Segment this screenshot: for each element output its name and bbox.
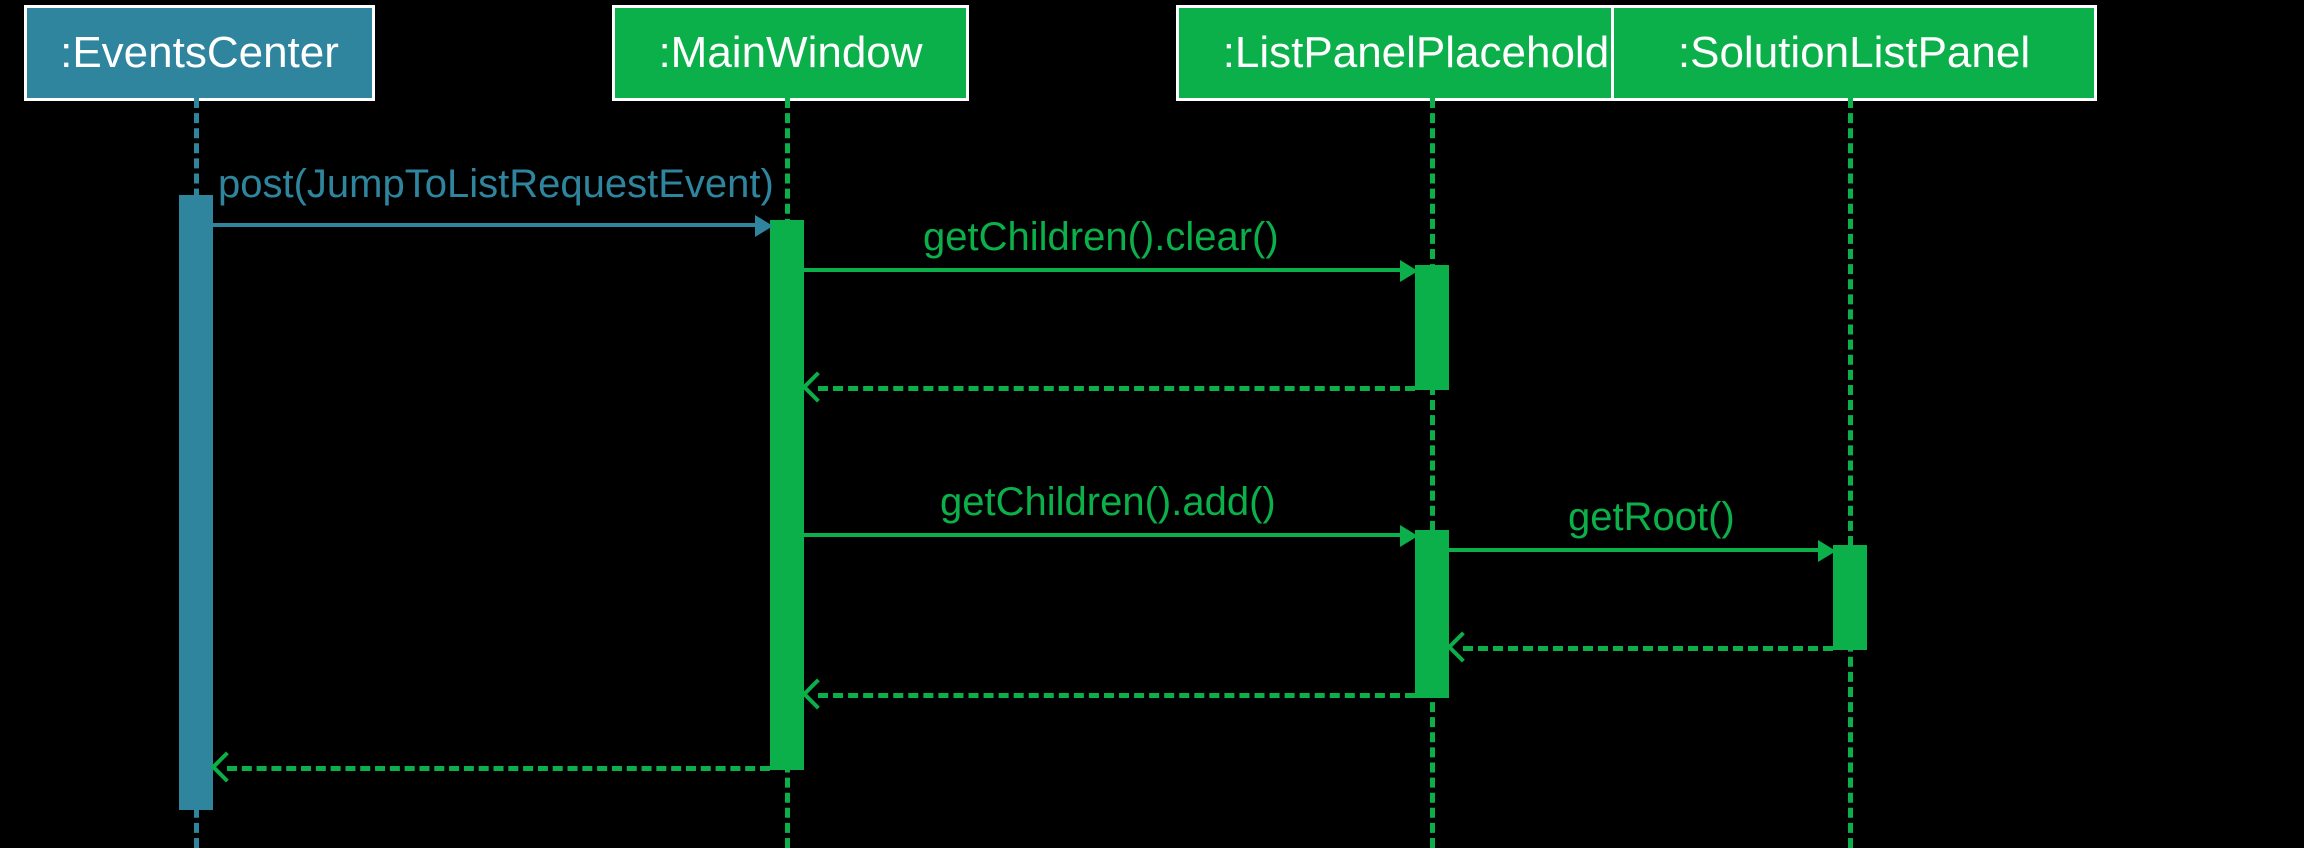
label: :MainWindow bbox=[658, 28, 922, 78]
label-add: getChildren().add() bbox=[940, 480, 1276, 525]
return-post bbox=[227, 766, 770, 771]
return-getroot bbox=[1463, 646, 1833, 651]
label-post: post(JumpToListRequestEvent) bbox=[218, 162, 774, 207]
return-clear-head bbox=[801, 371, 832, 402]
label: :EventsCenter bbox=[60, 28, 339, 78]
return-getroot-head bbox=[1446, 631, 1477, 662]
return-add-head bbox=[801, 678, 832, 709]
activation-main-window bbox=[770, 220, 804, 770]
arrowhead-clear bbox=[1400, 260, 1418, 282]
arrowhead-post bbox=[755, 215, 773, 237]
label: :SolutionListPanel bbox=[1678, 28, 2030, 78]
participant-events-center-box: :EventsCenter bbox=[24, 5, 375, 101]
arrowhead-add bbox=[1400, 525, 1418, 547]
activation-lpp-add bbox=[1415, 530, 1449, 698]
lifeline-slp bbox=[1848, 98, 1853, 848]
activation-slp bbox=[1833, 545, 1867, 650]
arrowhead-getroot bbox=[1818, 540, 1836, 562]
label-clear: getChildren().clear() bbox=[923, 215, 1279, 260]
arrow-post bbox=[213, 223, 768, 227]
arrow-clear bbox=[804, 268, 1412, 272]
label-getroot: getRoot() bbox=[1568, 495, 1735, 540]
participant-main-window-box: :MainWindow bbox=[612, 5, 969, 101]
participant-solution-list-panel-box: :SolutionListPanel bbox=[1611, 5, 2097, 101]
activation-events-center bbox=[179, 195, 213, 810]
activation-lpp-clear bbox=[1415, 265, 1449, 390]
return-post-head bbox=[210, 751, 241, 782]
arrow-add bbox=[804, 533, 1412, 537]
label: :ListPanelPlaceholder bbox=[1223, 28, 1649, 78]
return-add bbox=[818, 693, 1415, 698]
return-clear bbox=[818, 386, 1415, 391]
lifeline-lpp bbox=[1430, 98, 1435, 848]
arrow-getroot bbox=[1449, 548, 1829, 552]
